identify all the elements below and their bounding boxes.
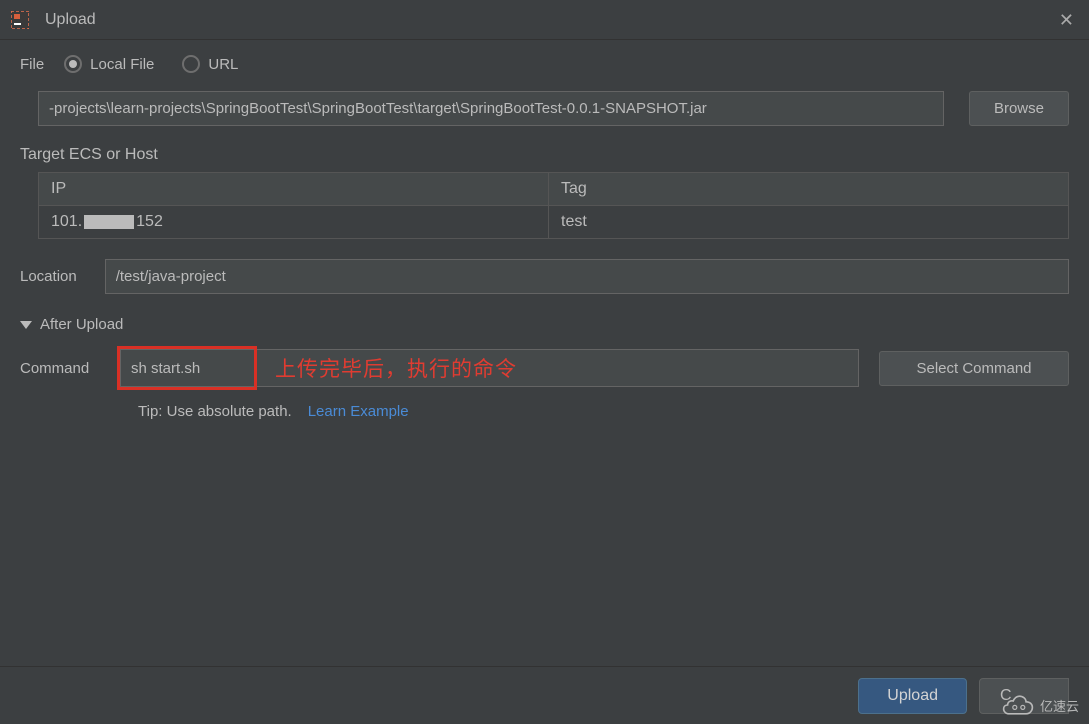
table-header: IP Tag — [39, 173, 1068, 206]
dialog-title: Upload — [45, 11, 96, 29]
radio-url[interactable]: URL — [182, 55, 238, 73]
target-table: IP Tag 101. 152 test — [38, 172, 1069, 239]
file-source-radio-group: Local File URL — [64, 55, 238, 73]
file-label: File — [20, 56, 44, 73]
ip-suffix: 152 — [136, 213, 163, 230]
radio-url-label: URL — [208, 56, 238, 73]
learn-example-link[interactable]: Learn Example — [308, 403, 409, 420]
watermark-text: 亿速云 — [1040, 696, 1079, 715]
close-icon[interactable]: ✕ — [1059, 10, 1074, 31]
tip-row: Tip: Use absolute path. Learn Example — [20, 403, 1069, 420]
tip-text: Tip: Use absolute path. — [138, 403, 292, 420]
table-row[interactable]: 101. 152 test — [39, 206, 1068, 238]
radio-unselected-icon — [182, 55, 200, 73]
after-upload-label: After Upload — [40, 316, 123, 333]
command-row: Command 上传完毕后，执行的命令 Select Command — [20, 349, 1069, 387]
location-row: Location — [20, 259, 1069, 294]
command-label: Command — [20, 360, 100, 377]
radio-selected-icon — [64, 55, 82, 73]
ip-prefix: 101. — [51, 213, 82, 230]
col-ip: IP — [39, 173, 549, 205]
command-input-wrap: 上传完毕后，执行的命令 — [120, 349, 859, 387]
file-path-input[interactable] — [38, 91, 944, 126]
browse-button[interactable]: Browse — [969, 91, 1069, 126]
cloud-icon — [1002, 694, 1034, 716]
target-label: Target ECS or Host — [20, 146, 1069, 164]
intellij-icon — [10, 10, 30, 30]
file-path-row: Browse — [20, 91, 1069, 126]
ip-masked — [84, 215, 134, 229]
select-command-button[interactable]: Select Command — [879, 351, 1069, 386]
command-input[interactable] — [120, 349, 859, 387]
col-tag: Tag — [549, 173, 1068, 205]
watermark: 亿速云 — [1002, 694, 1079, 716]
title-bar: Upload ✕ — [0, 0, 1089, 40]
cell-ip: 101. 152 — [39, 206, 549, 238]
radio-local-file[interactable]: Local File — [64, 55, 154, 73]
dialog-footer: Upload C — [0, 666, 1089, 724]
radio-local-file-label: Local File — [90, 56, 154, 73]
cell-tag: test — [549, 206, 1068, 238]
file-source-row: File Local File URL — [20, 55, 1069, 73]
location-input[interactable] — [105, 259, 1069, 294]
dialog-content: File Local File URL Browse Target ECS or… — [0, 40, 1089, 435]
after-upload-header[interactable]: After Upload — [20, 316, 1069, 333]
location-label: Location — [20, 268, 77, 285]
chevron-down-icon — [20, 321, 32, 329]
upload-button[interactable]: Upload — [858, 678, 967, 714]
